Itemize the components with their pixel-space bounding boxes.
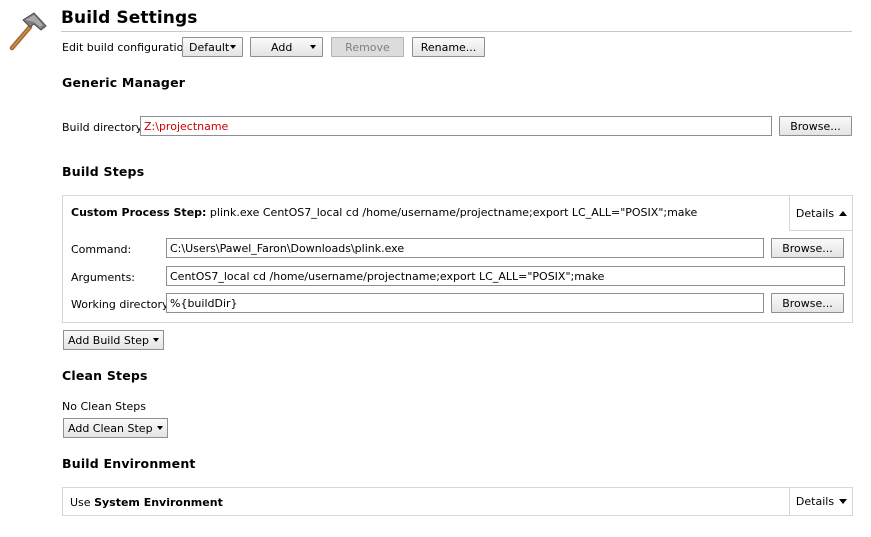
browse-label: Browse... [790,119,841,133]
command-input[interactable] [166,238,764,258]
environment-summary: Use System Environment [70,496,223,509]
build-directory-browse-button[interactable]: Browse... [779,116,852,136]
generic-manager-heading: Generic Manager [62,75,186,90]
chevron-up-icon [839,210,848,216]
step-title-bold: Custom Process Step: [71,206,207,219]
environment-details-label: Details [795,495,835,508]
step-details-label: Details [795,206,835,220]
chevron-down-icon [152,338,159,342]
remove-config-label: Remove [345,40,390,54]
build-environment-heading: Build Environment [62,456,196,471]
arguments-input[interactable] [166,266,845,286]
add-build-step-button[interactable]: Add Build Step [63,330,164,350]
command-browse-button[interactable]: Browse... [771,238,844,258]
build-steps-heading: Build Steps [62,164,145,179]
step-title-text: plink.exe CentOS7_local cd /home/usernam… [209,206,698,219]
chevron-down-icon [230,45,236,49]
environment-name: System Environment [94,496,223,509]
no-clean-steps-text: No Clean Steps [62,400,146,413]
custom-process-step-panel: Custom Process Step: plink.exe CentOS7_l… [62,195,853,323]
working-directory-browse-button[interactable]: Browse... [771,293,844,313]
add-clean-step-label: Add Clean Step [68,421,153,435]
add-config-label: Add [271,40,293,54]
title-divider [61,31,852,32]
add-clean-step-button[interactable]: Add Clean Step [63,418,168,438]
page-title: Build Settings [61,8,198,28]
arguments-label: Arguments: [71,271,136,284]
build-config-value: Default [189,40,230,54]
environment-details-toggle[interactable]: Details [789,488,853,515]
chevron-down-icon [839,499,848,504]
hammer-icon [6,10,50,54]
add-build-step-label: Add Build Step [68,333,149,347]
working-directory-label: Working directory: [71,298,172,311]
add-config-button[interactable]: Add [250,37,323,57]
build-environment-panel: Use System Environment Details [62,487,853,516]
build-directory-label: Build directory: [62,121,146,134]
step-details-toggle[interactable]: Details [789,196,853,231]
working-directory-browse-label: Browse... [782,296,833,310]
chevron-down-icon [156,426,163,430]
rename-config-button[interactable]: Rename... [412,37,485,57]
remove-config-button[interactable]: Remove [331,37,404,57]
environment-use-prefix: Use [70,496,91,509]
chevron-down-icon [310,45,316,49]
clean-steps-heading: Clean Steps [62,368,148,383]
command-label: Command: [71,243,132,256]
step-title: Custom Process Step: plink.exe CentOS7_l… [71,206,697,219]
build-directory-input[interactable] [140,116,772,136]
edit-config-label: Edit build configuration: [62,41,195,54]
command-browse-label: Browse... [782,241,833,255]
working-directory-input[interactable] [166,293,764,313]
rename-config-label: Rename... [420,40,477,54]
build-config-select[interactable]: Default [182,37,243,57]
